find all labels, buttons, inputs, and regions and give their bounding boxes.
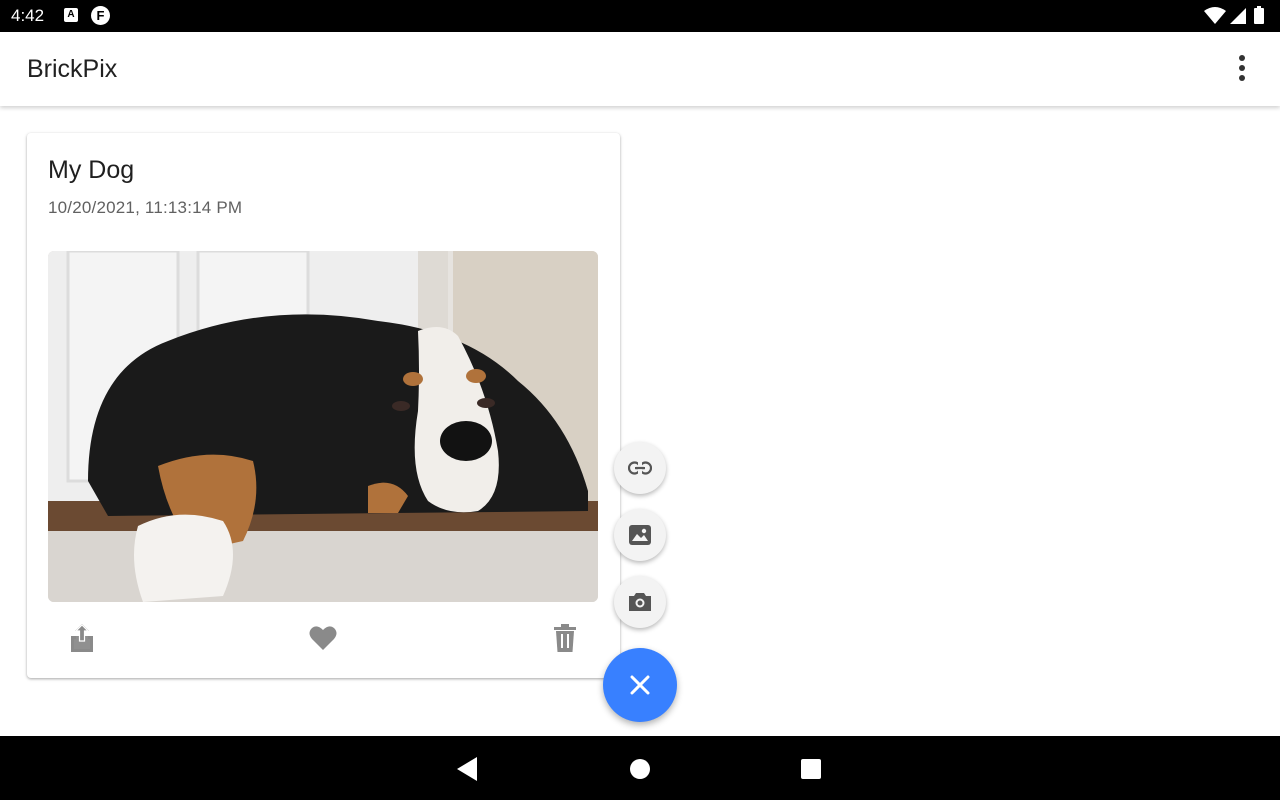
close-icon: [630, 675, 650, 695]
home-icon[interactable]: [627, 756, 653, 782]
camera-icon: [629, 593, 651, 611]
camera-fab[interactable]: [614, 576, 666, 628]
back-icon[interactable]: [455, 756, 481, 782]
card-timestamp: 10/20/2021, 11:13:14 PM: [48, 198, 243, 217]
app-bar: BrickPix: [0, 32, 1280, 106]
close-fab[interactable]: [603, 648, 677, 722]
status-time: 4:42: [11, 6, 45, 25]
heart-icon[interactable]: [306, 621, 340, 655]
wifi-icon: [1204, 7, 1226, 24]
image-icon: [629, 525, 651, 545]
battery-icon: [1254, 6, 1264, 24]
recents-icon[interactable]: [798, 756, 824, 782]
dog-photo[interactable]: [48, 251, 598, 602]
status-bar: 4:42 A F: [0, 0, 1280, 32]
app-title: BrickPix: [27, 55, 118, 83]
cell-signal-icon: [1230, 8, 1246, 24]
share-icon[interactable]: [65, 621, 99, 655]
card-title: My Dog: [48, 156, 135, 184]
system-nav-bar: [0, 736, 1280, 800]
trash-icon[interactable]: [548, 621, 582, 655]
status-icons: [1204, 6, 1268, 26]
gallery-fab[interactable]: [614, 509, 666, 561]
link-icon: [628, 461, 652, 475]
app-notification-a-icon: A: [64, 8, 78, 22]
more-vert-icon[interactable]: [1224, 50, 1260, 86]
app-notification-f-icon: F: [91, 6, 110, 25]
photo-card: My Dog 10/20/2021, 11:13:14 PM: [27, 133, 620, 678]
link-fab[interactable]: [614, 442, 666, 494]
